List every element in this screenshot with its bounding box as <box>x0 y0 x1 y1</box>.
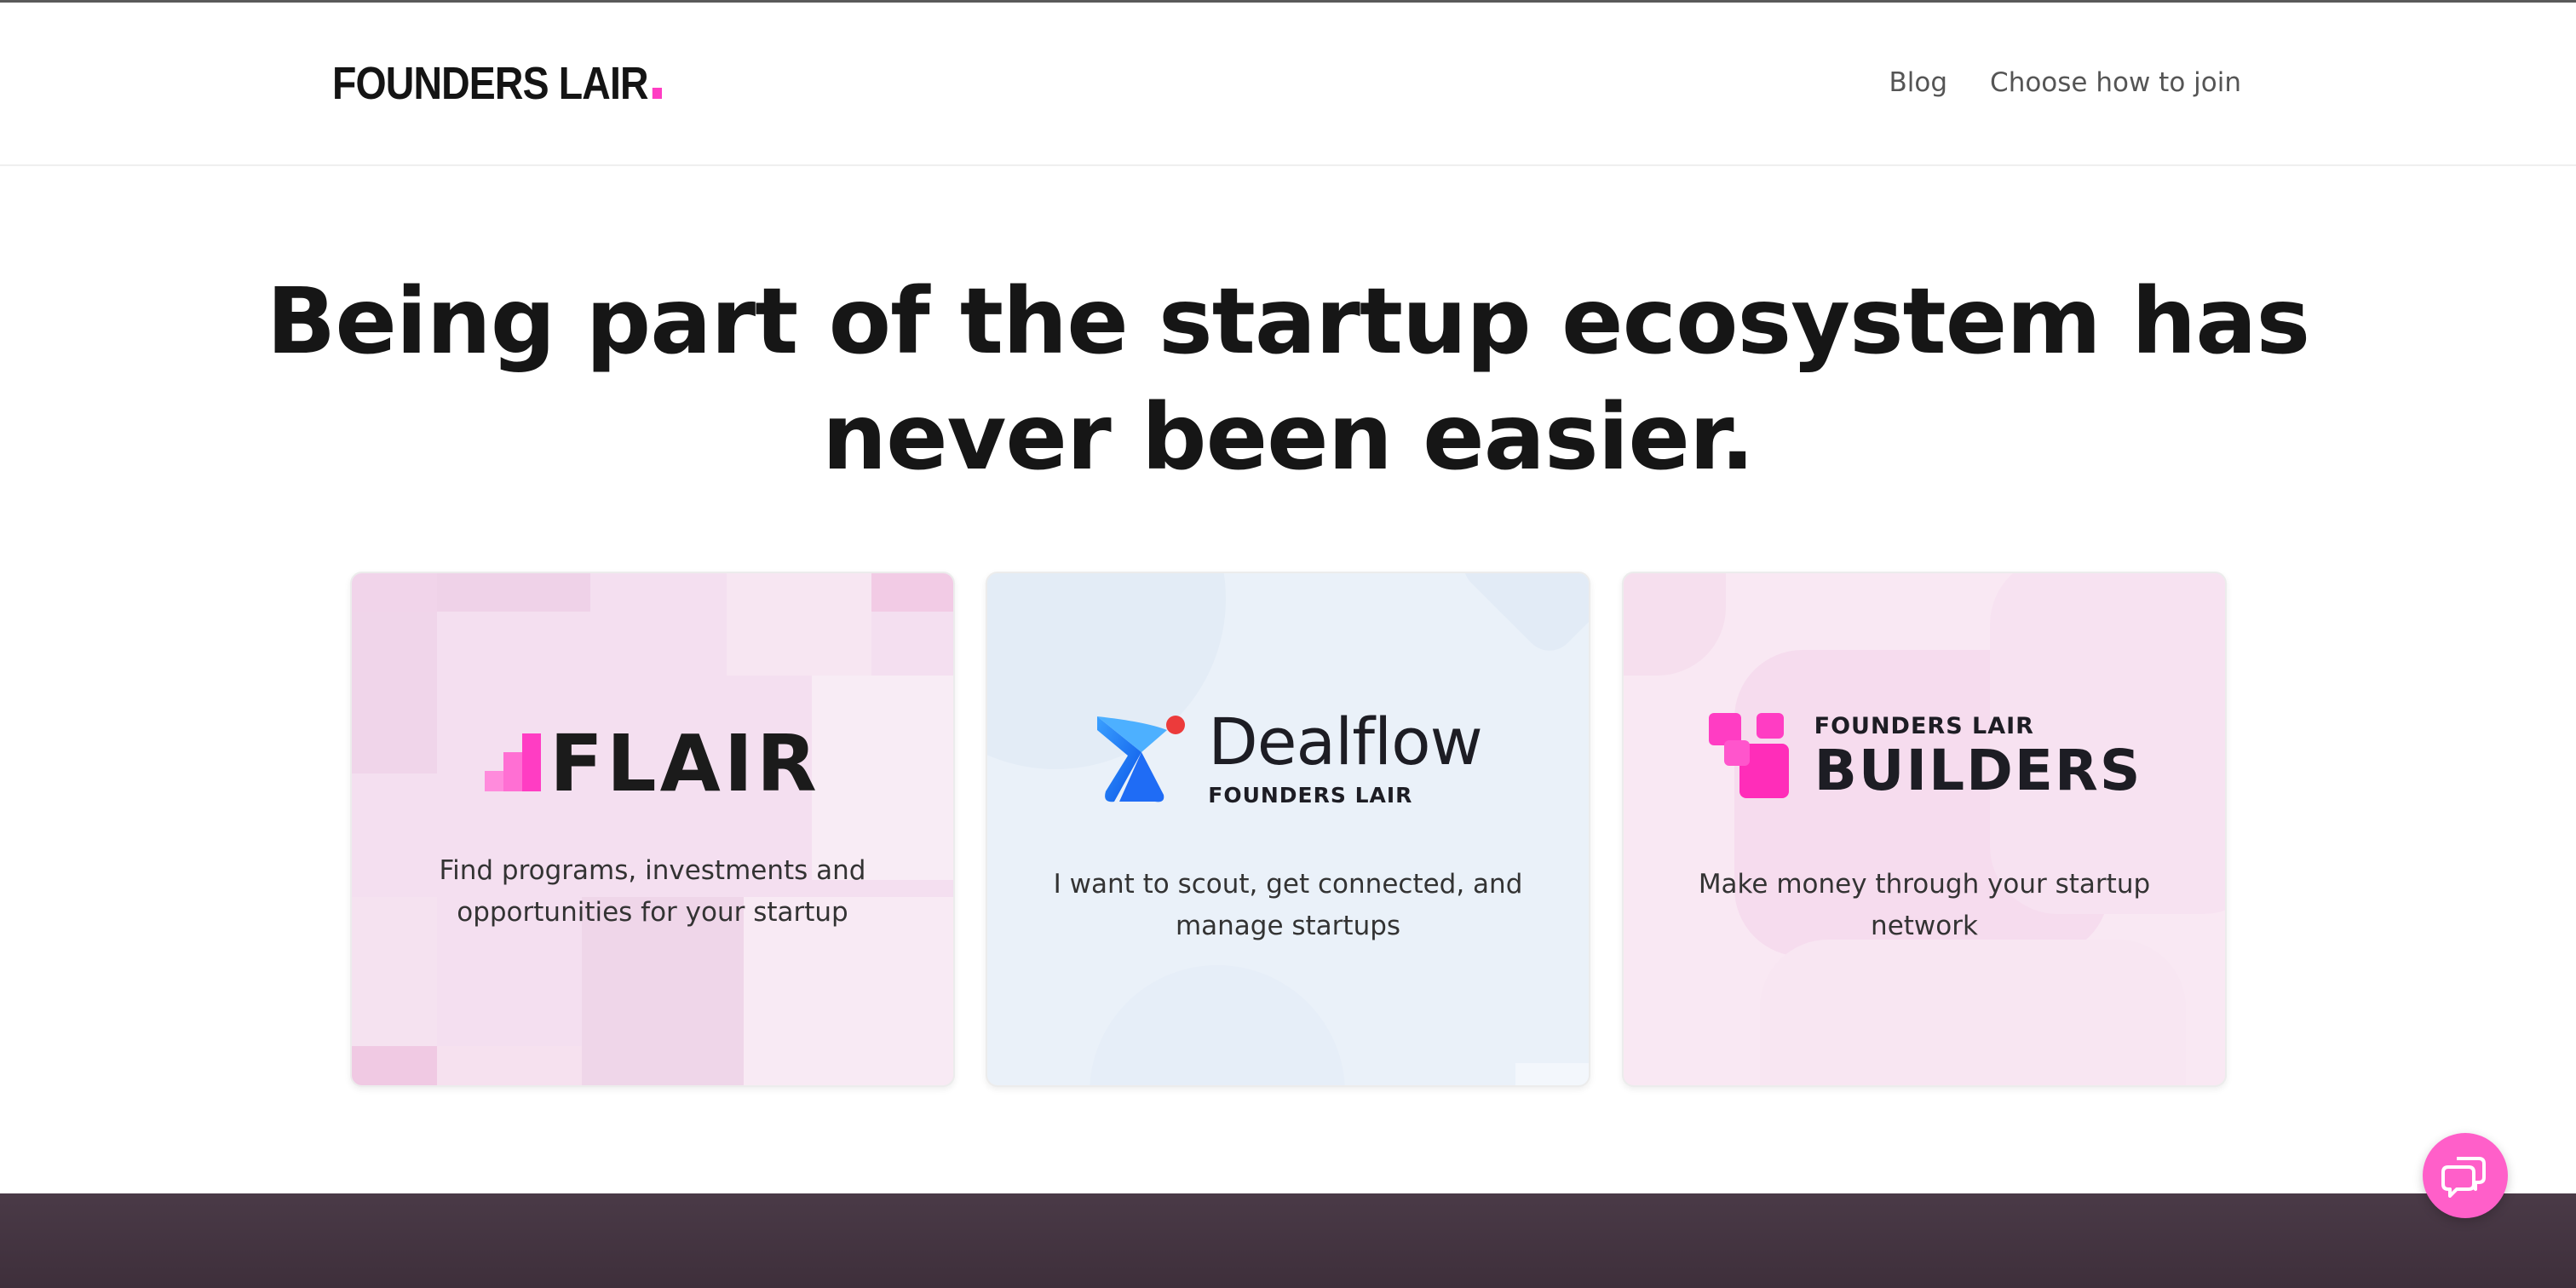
logo-dot <box>652 88 662 99</box>
bg-shape <box>1452 573 1589 662</box>
flair-description: Find programs, investments and opportuni… <box>403 850 902 934</box>
chat-button[interactable] <box>2423 1133 2508 1218</box>
nav-link-blog[interactable]: Blog <box>1889 67 1948 98</box>
flair-logo: FLAIR <box>352 725 953 803</box>
builders-subtitle: FOUNDERS LAIR <box>1814 712 2034 739</box>
main-nav: Blog Choose how to join <box>1889 67 2241 98</box>
dealflow-icon <box>1097 715 1186 802</box>
builders-logo: FOUNDERS LAIR BUILDERS <box>1624 711 2225 800</box>
builders-description: Make money through your startup network <box>1675 864 2174 947</box>
bg-tile <box>1515 1063 1589 1085</box>
dealflow-wordmark: Dealflow <box>1208 704 1482 779</box>
hero-headline-line-2: never been easier. <box>821 385 1755 491</box>
dealflow-description: I want to scout, get connected, and mana… <box>1038 864 1538 947</box>
bg-shape <box>1624 573 1726 676</box>
chat-bubbles-icon <box>2441 1157 2486 1198</box>
bg-shape <box>1760 940 2186 1085</box>
flair-description-line-2: opportunities for your startup <box>457 897 848 928</box>
bg-tile <box>437 573 590 612</box>
bg-tile <box>727 573 871 676</box>
dealflow-logo: Dealflow FOUNDERS LAIR <box>987 710 1589 808</box>
builders-description-line-1: Make money through your startup <box>1698 869 2151 900</box>
builders-card[interactable]: FOUNDERS LAIR BUILDERS Make money throug… <box>1622 572 2227 1087</box>
bg-tile <box>352 573 437 612</box>
nav-link-choose-how-to-join[interactable]: Choose how to join <box>1990 67 2241 98</box>
dealflow-card[interactable]: Dealflow FOUNDERS LAIR I want to scout, … <box>986 572 1590 1087</box>
flair-wordmark: FLAIR <box>549 718 820 809</box>
footer-band <box>0 1193 2576 1288</box>
builders-description-line-2: network <box>1871 911 1978 941</box>
flair-card[interactable]: FLAIR Find programs, investments and opp… <box>350 572 955 1087</box>
dealflow-description-line-2: manage startups <box>1175 911 1401 941</box>
bg-tile <box>352 1046 437 1085</box>
bg-tile <box>871 573 953 612</box>
hero-headline-line-1: Being part of the startup ecosystem has <box>266 269 2310 375</box>
bg-circle <box>1090 965 1345 1085</box>
flair-description-line-1: Find programs, investments and <box>439 855 866 886</box>
dealflow-description-line-1: I want to scout, get connected, and <box>1053 869 1523 900</box>
site-header: FOUNDERS LAIR Blog Choose how to join <box>0 3 2576 166</box>
builders-wordmark: BUILDERS <box>1814 737 2142 803</box>
builders-blocks-icon <box>1708 713 1789 798</box>
page: FOUNDERS LAIR Blog Choose how to join Be… <box>0 0 2576 1288</box>
hero-headline: Being part of the startup ecosystem has … <box>0 264 2576 496</box>
dealflow-subtitle: FOUNDERS LAIR <box>1208 783 1413 808</box>
bg-tile <box>437 1046 582 1085</box>
flair-stairs-icon <box>485 733 542 791</box>
founders-lair-logo[interactable]: FOUNDERS LAIR <box>332 57 662 110</box>
logo-text: FOUNDERS LAIR <box>332 58 649 109</box>
